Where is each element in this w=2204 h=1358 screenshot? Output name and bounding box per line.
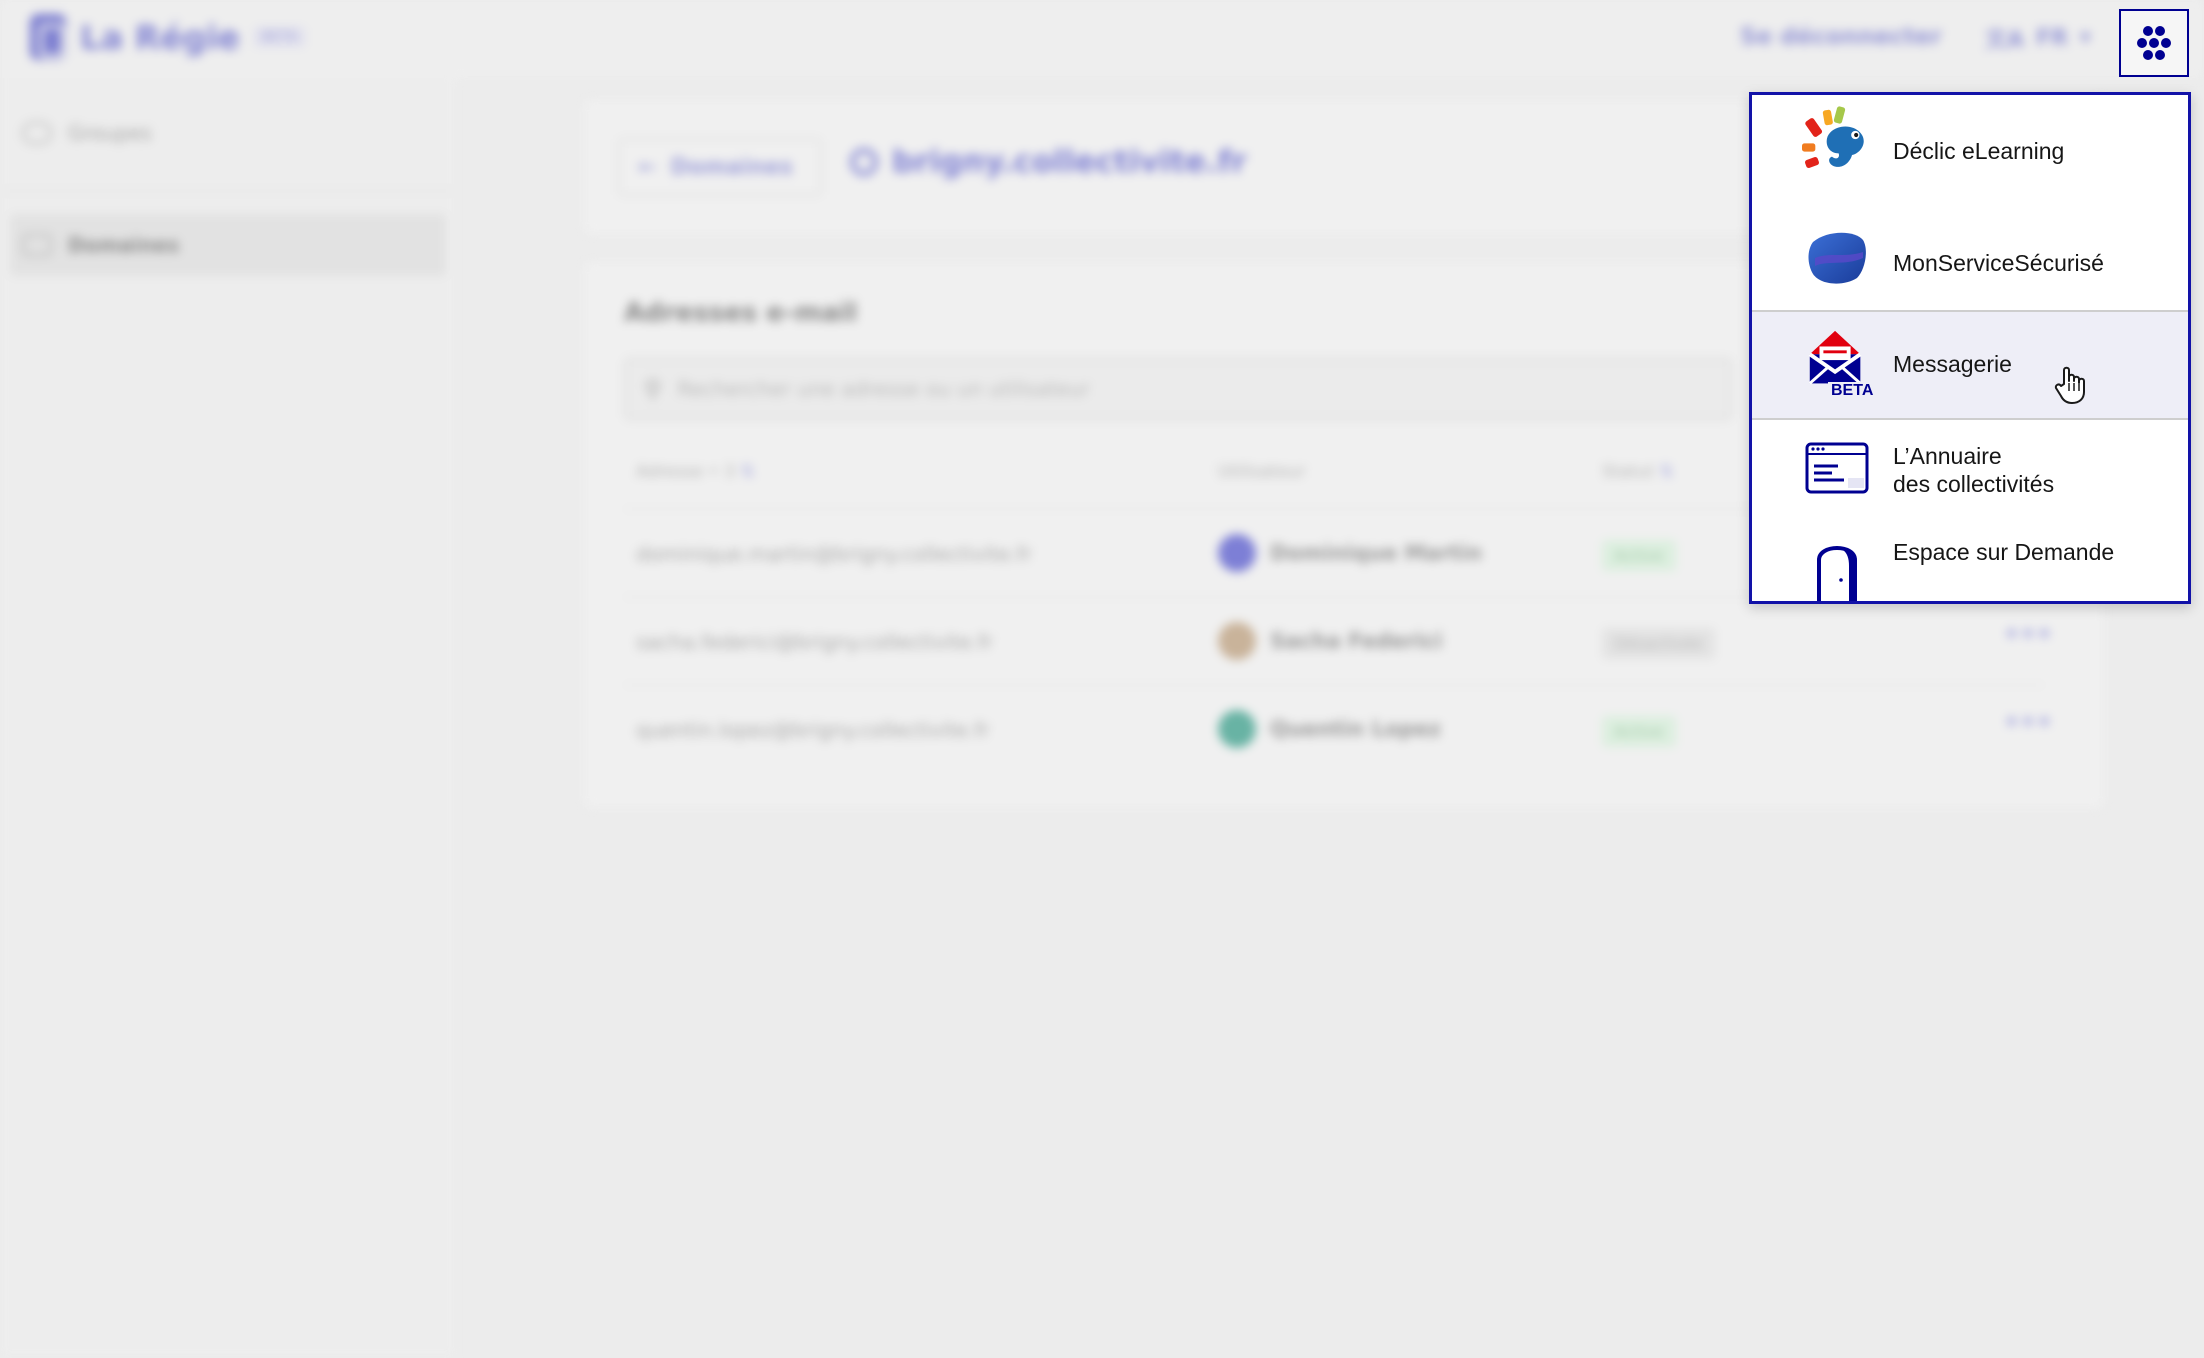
user-cell[interactable]: Sacha Federici (1218, 622, 1442, 660)
declic-chameleon-icon (1802, 103, 1872, 177)
caret-down-icon: ▼ (2080, 30, 2091, 46)
sidebar: Groupes Domaines (0, 78, 456, 1358)
language-code: FR (2036, 25, 2068, 51)
brand[interactable]: La Régie BETA (30, 14, 306, 60)
row-actions-icon[interactable]: ••• (2004, 708, 2053, 736)
services-menu-button[interactable] (2119, 9, 2189, 77)
addresses-title: Adresses e-mail (624, 298, 858, 328)
row-actions-icon[interactable]: ••• (2004, 620, 2053, 648)
status-badge: Active (1602, 540, 1676, 571)
monservicesecurise-icon (1802, 221, 1872, 295)
column-header-status[interactable]: Statut ⇅ (1602, 462, 1674, 482)
translate-icon: 文A (1985, 28, 2025, 53)
arrow-left-icon: ← (638, 154, 657, 180)
service-label: Messagerie (1893, 351, 2012, 377)
language-selector[interactable]: 文A FR ▼ (1985, 22, 2091, 54)
espace-door-icon (1802, 534, 1872, 601)
service-item-annuaire[interactable]: L’Annuaire des collectivités (1752, 420, 2188, 520)
grid-dots-icon (2137, 26, 2171, 60)
service-item-monservicesecurise[interactable]: MonServiceSécurisé (1752, 207, 2188, 319)
messagerie-envelope-icon: BETA (1802, 326, 1877, 400)
service-label: L’Annuaire des collectivités (1893, 442, 2054, 498)
service-label: MonServiceSécurisé (1893, 250, 2104, 276)
user-name: Sacha Federici (1270, 629, 1443, 653)
avatar (1218, 534, 1256, 572)
service-item-espace-sur-demande[interactable]: Espace sur Demande (1752, 520, 2188, 601)
domain-name: brigny.collectivite.fr (892, 144, 1247, 180)
top-header: La Régie BETA Se déconnecter 文A FR ▼ (0, 0, 2204, 78)
status-badge: Active (1602, 716, 1676, 747)
mailbox-icon (22, 234, 52, 256)
back-button-label: Domaines (670, 154, 793, 180)
search-icon: ⚲ (644, 375, 662, 403)
beta-badge: BETA (1828, 382, 1877, 400)
address-cell[interactable]: quentin.lopez@brigny.collectivite.fr (636, 718, 989, 742)
users-icon (22, 122, 52, 144)
avatar (1218, 710, 1256, 748)
user-cell[interactable]: Dominique Martin (1218, 534, 1482, 572)
sidebar-divider (0, 190, 456, 192)
table-divider (624, 684, 2044, 686)
service-item-messagerie[interactable]: BETA Messagerie (1752, 310, 2188, 420)
service-label: Déclic eLearning (1893, 138, 2065, 164)
avatar (1218, 622, 1256, 660)
address-cell[interactable]: sacha.federici@brigny.collectivite.fr (636, 630, 993, 654)
app-name: La Régie (80, 17, 240, 57)
column-header-user: Utilisateur (1218, 462, 1306, 482)
search-placeholder: Rechercher une adresse ou un utilisateur (677, 377, 1090, 401)
service-label-line1: L’Annuaire (1893, 443, 2002, 469)
logout-link[interactable]: Se déconnecter (1740, 24, 1942, 50)
beta-badge: BETA (253, 27, 306, 47)
hand-pointer-cursor-icon (2054, 366, 2085, 404)
sidebar-item-domaines[interactable]: Domaines (10, 214, 446, 276)
sidebar-item-label: Groupes (68, 121, 152, 145)
column-header-address[interactable]: Adresse • 3 ⇅ (636, 462, 755, 482)
service-label-line2: des collectivités (1893, 471, 2055, 497)
sort-icon: ⇅ (1659, 462, 1674, 482)
sort-icon: ⇅ (740, 462, 755, 482)
status-badge: Désactivée (1602, 628, 1715, 659)
user-cell[interactable]: Quentin Lopez (1218, 710, 1441, 748)
address-cell[interactable]: dominique.martin@brigny.collectivite.fr (636, 542, 1032, 566)
page-title: brigny.collectivite.fr (850, 144, 1247, 180)
sidebar-item-groupes[interactable]: Groupes (10, 102, 446, 164)
user-name: Dominique Martin (1270, 541, 1483, 565)
la-regie-logo-icon (30, 14, 66, 60)
search-input[interactable]: ⚲ Rechercher une adresse ou un utilisate… (624, 358, 1732, 420)
service-label: Espace sur Demande (1893, 539, 2115, 565)
sidebar-item-label: Domaines (68, 233, 180, 257)
services-dropdown: Déclic eLearning MonServiceSécurisé BETA… (1749, 92, 2191, 604)
service-item-declic[interactable]: Déclic eLearning (1752, 95, 2188, 207)
user-name: Quentin Lopez (1270, 717, 1441, 741)
annuaire-window-icon (1802, 432, 1872, 506)
domain-icon (850, 148, 878, 176)
back-to-domains-button[interactable]: ← Domaines (618, 138, 822, 196)
